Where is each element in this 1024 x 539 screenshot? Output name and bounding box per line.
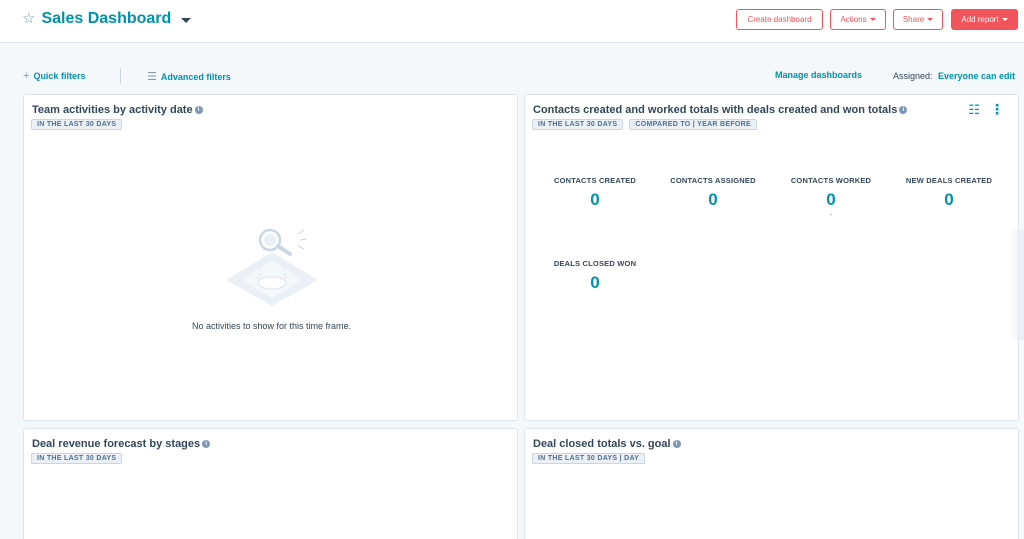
team-activities-card: Team activities by activity date i IN TH…: [23, 94, 518, 421]
metric-contacts-assigned: CONTACTS ASSIGNED 0: [653, 176, 773, 208]
card-title-text: Deal revenue forecast by stages: [32, 438, 201, 450]
assigned-value-link[interactable]: Everyone can edit: [938, 71, 1015, 81]
metric-value[interactable]: 0: [535, 274, 655, 291]
date-range-tag: IN THE LAST 30 DAYS | DAY: [532, 453, 646, 464]
star-icon[interactable]: ☆: [22, 10, 35, 28]
comparison-tag: COMPARED TO | YEAR BEFORE: [629, 119, 757, 130]
filter-icon: ☰: [147, 71, 157, 83]
advanced-filters-label: Advanced filters: [160, 71, 231, 82]
metric-deals-closed-won: DEALS CLOSED WON 0: [535, 259, 655, 291]
date-range-tags: IN THE LAST 30 DAYS | DAY: [532, 453, 646, 464]
add-report-button[interactable]: Add report: [951, 9, 1018, 30]
card-title-text: Team activities by activity date: [32, 104, 193, 116]
manage-dashboards-label: Manage dashboards: [775, 70, 863, 80]
card-tools: ☷ ⋮: [968, 102, 1004, 116]
date-range-tags: IN THE LAST 30 DAYS COMPARED TO | YEAR B…: [532, 119, 757, 130]
metric-contacts-worked: CONTACTS WORKED 0 -: [771, 176, 891, 219]
card-title-text: Contacts created and worked totals with …: [533, 104, 898, 116]
share-label: Share: [902, 15, 925, 24]
chevron-down-icon: [869, 18, 876, 21]
metric-label: NEW DEALS CREATED: [905, 176, 993, 185]
date-range-tag: IN THE LAST 30 DAYS: [532, 119, 624, 130]
metric-value[interactable]: 0: [535, 191, 655, 208]
chevron-down-icon: [927, 18, 934, 21]
metric-label: CONTACTS WORKED: [790, 176, 872, 185]
info-icon[interactable]: i: [202, 440, 211, 448]
create-dashboard-label: Create dashboard: [747, 15, 812, 24]
empty-state-magnifier-icon: [226, 228, 318, 306]
metric-label: DEALS CLOSED WON: [553, 259, 637, 268]
manage-dashboards-link[interactable]: Manage dashboards: [775, 70, 862, 80]
dashboard-title[interactable]: Sales Dashboard: [41, 10, 171, 28]
card-title[interactable]: Deal revenue forecast by stages i: [32, 438, 211, 450]
metric-new-deals-created: NEW DEALS CREATED 0: [889, 176, 1009, 208]
contacts-deals-card: Contacts created and worked totals with …: [524, 94, 1019, 421]
card-title[interactable]: Deal closed totals vs. goal i: [533, 438, 681, 450]
info-icon[interactable]: i: [672, 440, 681, 448]
more-vertical-icon[interactable]: ⋮: [990, 102, 1004, 116]
deal-revenue-card: Deal revenue forecast by stages i IN THE…: [23, 428, 518, 539]
metric-value[interactable]: 0: [653, 191, 773, 208]
metric-contacts-created: CONTACTS CREATED 0: [535, 176, 655, 208]
chevron-down-icon[interactable]: [181, 17, 192, 23]
date-range-tag: IN THE LAST 30 DAYS: [31, 119, 123, 130]
chevron-down-icon: [1001, 18, 1008, 21]
create-dashboard-button[interactable]: Create dashboard: [736, 9, 823, 30]
plus-icon: +: [23, 70, 30, 82]
share-button[interactable]: Share: [893, 9, 943, 30]
quick-filters-label: Quick filters: [33, 71, 86, 81]
empty-state-message: No activities to show for this time fram…: [191, 321, 352, 331]
dashboard-header: ☆ Sales Dashboard Create dashboard Actio…: [0, 0, 1024, 43]
date-range-tags: IN THE LAST 30 DAYS: [31, 119, 123, 130]
metric-value[interactable]: 0: [771, 191, 891, 208]
filter-settings-icon[interactable]: ☷: [968, 103, 980, 116]
metric-label: CONTACTS CREATED: [553, 176, 637, 185]
assigned-label: Assigned:: [893, 71, 933, 81]
deal-closed-card: Deal closed totals vs. goal i IN THE LAS…: [524, 428, 1019, 539]
info-icon[interactable]: i: [899, 106, 908, 114]
date-range-tags: IN THE LAST 30 DAYS: [31, 453, 123, 464]
metric-value[interactable]: 0: [889, 191, 1009, 208]
metric-comparison: -: [829, 210, 833, 219]
divider: [120, 68, 121, 84]
date-range-tag: IN THE LAST 30 DAYS: [31, 453, 123, 464]
info-icon[interactable]: i: [194, 106, 203, 114]
metric-label: CONTACTS ASSIGNED: [670, 176, 756, 185]
dashboard-title-group: ☆ Sales Dashboard: [22, 10, 192, 28]
side-panel-handle[interactable]: [1008, 230, 1024, 340]
card-title-text: Deal closed totals vs. goal: [533, 438, 671, 450]
card-title[interactable]: Contacts created and worked totals with …: [533, 104, 908, 116]
card-title[interactable]: Team activities by activity date i: [32, 104, 203, 116]
add-report-label: Add report: [961, 15, 999, 24]
advanced-filters-button[interactable]: ☰ Advanced filters: [147, 70, 231, 83]
filter-bar: + Quick filters ☰ Advanced filters Manag…: [0, 66, 1024, 86]
quick-filters-button[interactable]: + Quick filters: [23, 70, 85, 82]
actions-label: Actions: [840, 15, 867, 24]
actions-button[interactable]: Actions: [830, 9, 886, 30]
